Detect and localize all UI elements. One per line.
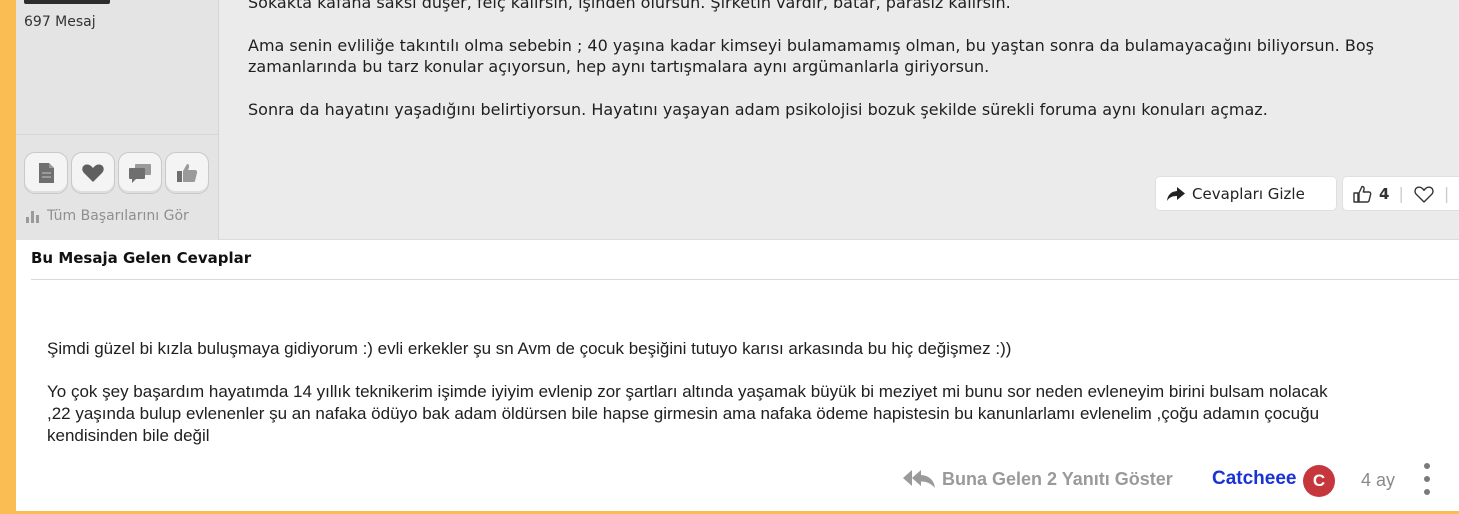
achievement-badges [24,152,209,194]
chat-badge-icon[interactable] [118,152,162,194]
post-paragraph: Ama senin evliliğe takıntılı olma sebebi… [248,35,1459,77]
thumbs-up-badge-icon[interactable] [165,152,209,194]
reply-paragraph: Şimdi güzel bi kızla buluşmaya gidiyorum… [47,339,1012,358]
thumbs-up-icon [177,164,198,182]
document-icon [39,163,54,183]
share-arrow-icon [1167,186,1185,201]
reply-content: Şimdi güzel bi kızla buluşmaya gidiyorum… [47,338,1459,468]
reaction-separator: | [1398,184,1404,203]
replies-section-title: Bu Mesaja Gelen Cevaplar [31,249,252,267]
all-achievements-label: Tüm Başarılarını Gör [47,208,189,224]
document-badge-icon[interactable] [24,152,68,194]
like-icon[interactable] [1351,183,1373,205]
user-panel-divider [16,134,219,135]
menu-dot [1424,489,1430,495]
reply-all-icon [903,470,935,488]
show-replies-button[interactable]: Buna Gelen 2 Yanıtı Göster [902,467,1173,491]
timestamp: 4 ay [1361,470,1396,490]
heart-icon[interactable] [1413,183,1435,205]
left-accent-stripe [0,0,16,514]
post-line: zamanlarında bu tarz konular açıyorsun, … [248,57,990,76]
author-avatar[interactable]: C [1303,465,1335,497]
hide-replies-label: Cevapları Gizle [1192,184,1305,203]
all-achievements-link[interactable]: Tüm Başarılarını Gör [25,208,189,224]
reaction-separator: | [1443,184,1450,203]
chat-icon [129,164,151,183]
like-count: 4 [1379,184,1390,203]
heart-badge-icon[interactable] [71,152,115,194]
bar-chart-icon [26,211,39,223]
hide-replies-button[interactable]: Cevapları Gizle [1155,176,1337,211]
message-count: 697 Mesaj [24,14,96,30]
replies-divider [31,279,1459,280]
more-options-icon[interactable] [1419,463,1435,495]
reply-paragraph: Yo çok şey başardım hayatımda 14 yıllık … [47,381,1459,447]
heart-icon [82,164,104,182]
show-replies-label: Buna Gelen 2 Yanıtı Göster [942,468,1173,489]
post-paragraph: Sonra da hayatını yaşadığını belirtiyors… [248,100,1268,119]
reply-line: kendisinden bile değil [47,426,210,445]
post-paragraph: Sokakta kafana saksı düşer, felç kalırsı… [248,0,1011,12]
avatar[interactable] [24,0,110,4]
author-link[interactable]: Catcheee [1212,468,1297,490]
reply-line: ,22 yaşında bulup evlenenler şu an nafak… [47,404,1320,423]
menu-dot [1424,463,1430,469]
menu-dot [1424,476,1430,482]
parent-post: 697 Mesaj Tüm Başarılarını Gör Sokakta k… [16,0,1459,240]
post-line: Ama senin evliliğe takıntılı olma sebebi… [248,36,1374,55]
user-info-panel: 697 Mesaj Tüm Başarılarını Gör [16,0,219,240]
post-content: Sokakta kafana saksı düşer, felç kalırsı… [248,0,1459,142]
reaction-bar: 4 | | [1342,176,1459,211]
reply-line: Yo çok şey başardım hayatımda 14 yıllık … [47,382,1328,401]
